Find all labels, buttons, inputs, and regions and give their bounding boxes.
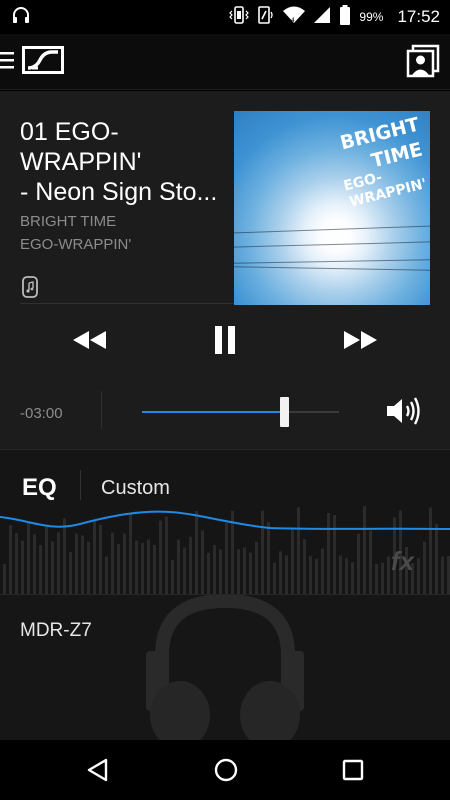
menu-icon[interactable]: [0, 48, 16, 77]
vibrate-icon: [229, 5, 250, 30]
status-bar: 4 99% 17:52: [0, 0, 450, 34]
profile-icon[interactable]: [406, 44, 440, 83]
sennheiser-logo: [22, 46, 64, 79]
fx-icon[interactable]: fx: [391, 546, 414, 577]
eq-preset[interactable]: Custom: [101, 477, 170, 500]
clock: 17:52: [397, 7, 440, 26]
fast-forward-icon[interactable]: [342, 329, 378, 356]
eq-label: EQ: [22, 474, 57, 501]
app-bar: [0, 34, 450, 90]
device-panel[interactable]: MDR-Z7: [0, 595, 450, 740]
pause-icon[interactable]: [213, 324, 237, 361]
eq-panel[interactable]: EQ Custom fx: [0, 450, 450, 594]
nfc-icon: [257, 5, 275, 30]
music-device-icon: [20, 276, 40, 303]
headphones-icon: [12, 6, 30, 29]
track-title[interactable]: 01 EGO- WRAPPIN' - Neon Sign Sto...: [20, 117, 225, 207]
track-info-divider: [20, 303, 234, 304]
device-name: MDR-Z7: [20, 620, 92, 641]
battery-icon: [339, 4, 351, 30]
time-remaining: -03:00: [20, 405, 63, 422]
home-icon[interactable]: [213, 757, 239, 788]
album-name: BRIGHT TIME: [20, 213, 117, 230]
back-icon[interactable]: [86, 757, 110, 788]
battery-percent: 99%: [359, 10, 384, 24]
headphones-silhouette-icon: [146, 595, 304, 740]
svg-text:4: 4: [291, 17, 295, 24]
now-playing-panel: 01 EGO- WRAPPIN' - Neon Sign Sto... BRIG…: [0, 91, 450, 449]
eq-visualizer: [0, 506, 450, 594]
artist-name: EGO-WRAPPIN': [20, 236, 132, 253]
volume-icon[interactable]: [386, 396, 424, 431]
seek-bar-progress: [142, 411, 284, 413]
rewind-icon[interactable]: [72, 329, 108, 356]
navigation-bar: [0, 740, 450, 800]
seek-bar-thumb[interactable]: [279, 397, 289, 427]
recents-icon[interactable]: [341, 757, 365, 788]
eq-separator: [80, 470, 81, 500]
seek-separator: [101, 391, 102, 429]
wifi-icon: 4: [283, 5, 306, 30]
signal-icon: [313, 6, 331, 29]
album-art[interactable]: BRIGHT TIME EGO- WRAPPIN': [234, 111, 430, 305]
